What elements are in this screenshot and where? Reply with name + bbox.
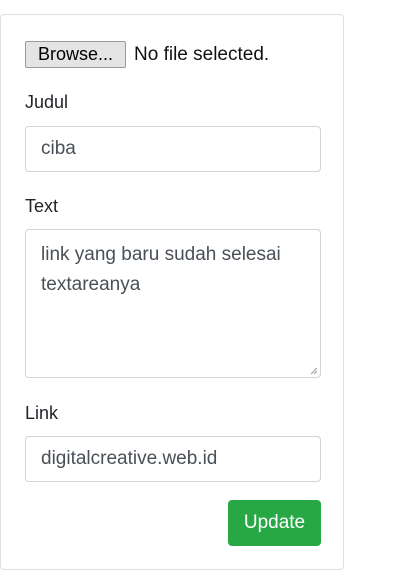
browse-button[interactable]: Browse...: [25, 41, 126, 68]
update-button[interactable]: Update: [228, 500, 321, 546]
file-status-text: No file selected.: [134, 43, 270, 65]
text-label: Text: [25, 196, 59, 216]
link-input[interactable]: [25, 436, 321, 482]
link-label: Link: [25, 403, 59, 423]
judul-label: Judul: [25, 92, 69, 112]
resize-grip-icon[interactable]: [309, 366, 318, 375]
judul-input[interactable]: [25, 126, 321, 172]
text-textarea[interactable]: link yang baru sudah selesai textareanya: [25, 229, 321, 378]
file-input[interactable]: Browse... No file selected.: [25, 41, 269, 68]
